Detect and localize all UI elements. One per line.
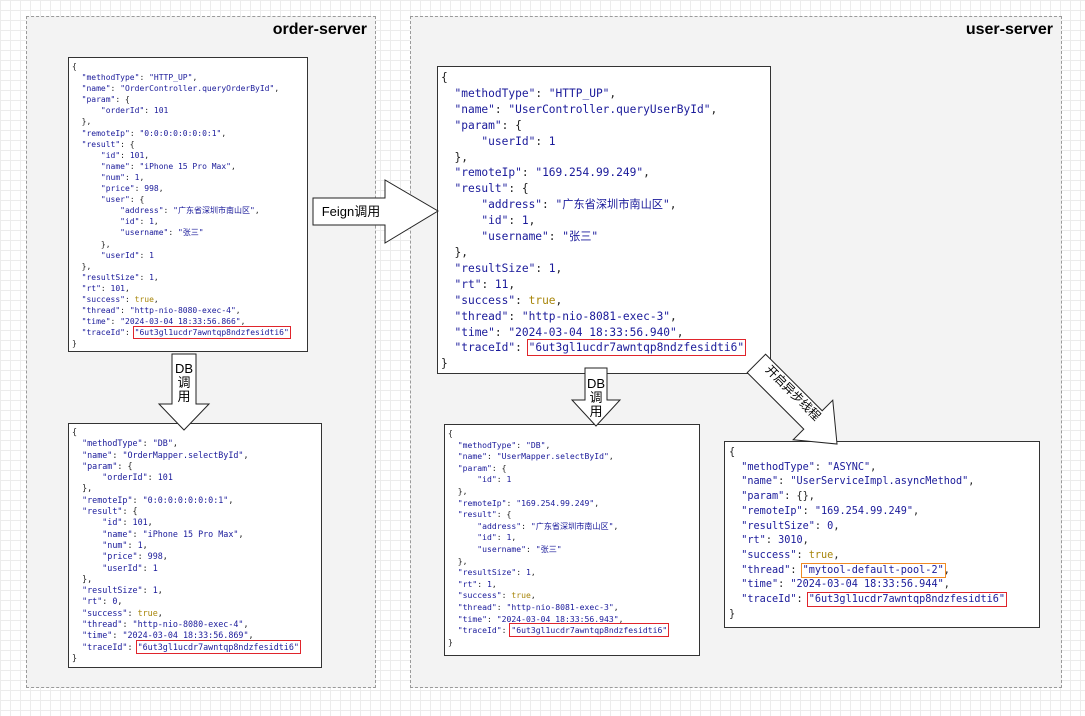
order-db-label-line2: 调 [177,375,191,390]
arrows-layer [157,179,838,445]
user-db-label-line3: 用 [589,404,603,419]
user-db-label-line2: 调 [589,390,603,405]
order-db-arrow-label: DB 调 用 [173,362,195,404]
order-db-label-line3: 用 [177,389,191,404]
order-db-label-line1: DB [174,361,194,376]
feign-arrow-label: Feign调用 [321,204,381,219]
user-db-arrow-label: DB 调 用 [585,377,607,419]
user-db-label-line1: DB [586,376,606,391]
